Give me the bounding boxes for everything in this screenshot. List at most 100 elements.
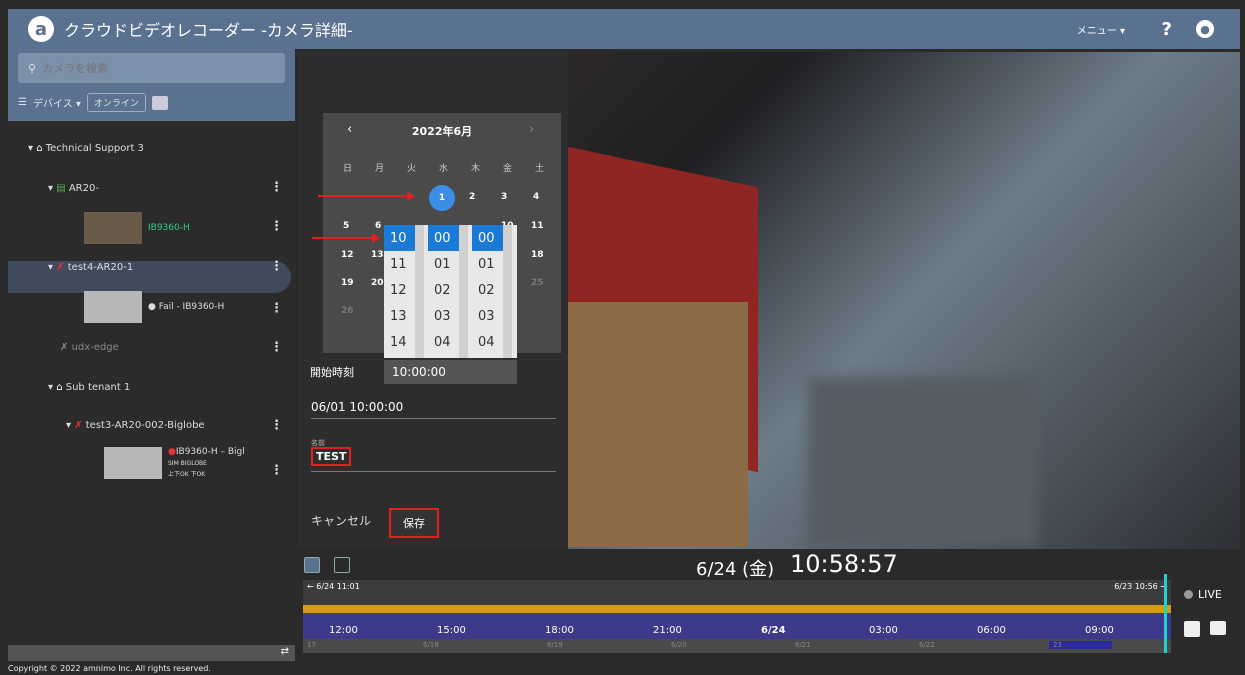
menu-button[interactable]: メニュー ▾ [1077,22,1125,37]
node-menu-icon[interactable]: ⋮ [270,463,283,478]
second-scrollbar[interactable] [503,225,512,358]
tree-node-sub-tenant[interactable]: ▾ ⌂ Sub tenant 1 [48,382,130,393]
help-icon[interactable]: ? [1162,19,1172,40]
calendar-day-selected[interactable]: 1 [429,185,455,211]
node-menu-icon[interactable]: ⋮ [270,180,283,195]
minute-scrollbar[interactable] [459,225,468,358]
camera-item-bigl[interactable]: ●IB9360-H – Bigl SIM BIGLOBE 上下OK 下OK [104,447,245,480]
date-strip-label[interactable]: 6/22 [919,641,935,649]
date-strip-label[interactable]: 6/21 [795,641,811,649]
account-glyph: ● [1200,22,1210,36]
single-view-icon[interactable] [304,557,320,573]
calendar-day[interactable]: 18 [531,250,544,260]
status-dot-icon: ● [168,447,176,457]
date-strip-label[interactable]: 6/19 [547,641,563,649]
weekday-label: 火 [407,164,417,174]
tree-node-technical-support[interactable]: ▾ ⌂ Technical Support 3 [28,143,144,154]
timeline-end-label[interactable]: 6/23 10:56 → [1114,582,1167,591]
timeline-hour: 03:00 [869,625,898,636]
node-menu-icon[interactable]: ⋮ [270,340,283,355]
node-menu-icon[interactable]: ⋮ [270,259,283,274]
calendar-day[interactable]: 5 [343,221,349,231]
date-strip-label[interactable]: 6/20 [671,641,687,649]
timeline-hour: 18:00 [545,625,574,636]
device-filter: ☰ デバイス ▾ オンライン [18,93,168,112]
timeline-hours-bar[interactable] [303,613,1171,639]
calendar-icon[interactable] [1184,621,1200,637]
calendar-day[interactable]: 2 [469,192,475,202]
annotation-arrow [312,233,380,243]
timeline[interactable]: ← 6/24 11:01 6/23 10:56 → 12:00 15:00 18… [303,580,1171,639]
gateway-disabled-icon: ✗ [60,342,72,353]
tree-node-label: Sub tenant 1 [65,382,131,393]
camera-thumbnail [84,212,142,244]
camera-label: ●IB9360-H – Bigl [168,447,245,458]
expand-icon[interactable]: ▾ [28,143,36,154]
timeline-hour: 21:00 [653,625,682,636]
calendar-day[interactable]: 3 [501,192,507,202]
split-view-icon[interactable] [334,557,350,573]
name-field[interactable]: TEST [311,447,556,472]
expand-icon[interactable]: ▾ [48,382,56,393]
date-strip[interactable]: 17 6/18 6/19 6/20 6/21 6/22 23 [303,639,1171,653]
date-strip-label[interactable]: 6/18 [423,641,439,649]
building-icon: ⌂ [36,143,46,154]
tree-node-test3[interactable]: ▾ ✗ test3-AR20-002-Biglobe [66,420,205,431]
calendar-day[interactable]: 13 [371,250,384,260]
calendar-day[interactable]: 4 [533,192,539,202]
node-menu-icon[interactable]: ⋮ [270,418,283,433]
timeline-start-label[interactable]: ← 6/24 11:01 [307,582,360,591]
node-menu-icon[interactable]: ⋮ [270,219,283,234]
home-icon: ⌂ [56,382,66,393]
timeline-cursor[interactable] [1164,574,1167,653]
weekday-label: 水 [439,164,449,174]
calendar-day[interactable]: 20 [371,278,384,288]
datetime-field[interactable]: 06/01 10:00:00 [311,400,556,419]
hour-scrollbar[interactable] [415,225,424,358]
recording-bar[interactable] [303,605,1171,613]
tree-node-test4[interactable]: ▾ ✗ test4-AR20-1 [48,262,133,273]
expand-icon[interactable]: ▾ [48,262,56,273]
next-month-button[interactable]: › [529,122,534,137]
camera-name: IB9360-H – Bigl [175,447,245,457]
timeline-hour: 09:00 [1085,625,1114,636]
expand-icon[interactable]: ▾ [66,420,74,431]
calendar-day[interactable]: 11 [531,221,544,231]
expand-icon[interactable]: ▾ [48,183,56,194]
live-button[interactable]: LIVE [1184,588,1222,601]
tree-node-ar20[interactable]: ▾ ▤ AR20- [48,183,99,194]
search-box[interactable]: ⚲ [18,53,285,83]
calendar-day[interactable]: 19 [341,278,354,288]
sidebar-footer: ⇄ [8,645,295,661]
camera-item-ib9360[interactable]: IB9360-H [84,212,190,244]
live-dot-icon [1184,590,1193,599]
gateway-offline-icon: ✗ [56,262,68,273]
name-value[interactable]: TEST [311,447,352,466]
timeline-hour: 15:00 [437,625,466,636]
node-menu-icon[interactable]: ⋮ [270,301,283,316]
video-boxes-region [568,302,748,547]
gateway-online-icon: ▤ [56,183,69,194]
collapse-sidebar-icon[interactable]: ⇄ [281,646,289,657]
date-strip-label[interactable]: 23 [1049,641,1112,649]
online-filter-button[interactable]: オンライン [86,93,146,112]
app-title: クラウドビデオレコーダー -カメラ詳細- [64,21,353,40]
start-time-input[interactable]: 10:00:00 [384,360,517,384]
weekday-label: 日 [343,164,353,174]
snapshot-icon[interactable] [1210,621,1226,635]
account-icon[interactable]: ● [1196,20,1214,38]
camera-search-input[interactable] [42,61,243,75]
camera-item-fail[interactable]: ● Fail - IB9360-H [84,291,224,323]
save-button[interactable]: 保存 [389,508,439,538]
date-strip-label[interactable]: 17 [307,641,316,649]
tree-node-label: test3-AR20-002-Biglobe [85,420,205,431]
cancel-button[interactable]: キャンセル [311,512,371,529]
camera-signal: 上下OK 下OK [168,471,206,478]
calendar-day[interactable]: 6 [375,221,381,231]
grid-view-icon[interactable] [151,95,168,110]
calendar-day[interactable]: 12 [341,250,354,260]
device-filter-dropdown[interactable]: デバイス ▾ [33,95,81,110]
time-picker: 10 11 12 13 14 00 01 02 03 04 00 01 02 0… [384,225,517,358]
copyright-text: Copyright © 2022 amnimo Inc. All rights … [8,664,211,673]
tree-node-udx-edge[interactable]: ✗ udx-edge [60,342,119,353]
